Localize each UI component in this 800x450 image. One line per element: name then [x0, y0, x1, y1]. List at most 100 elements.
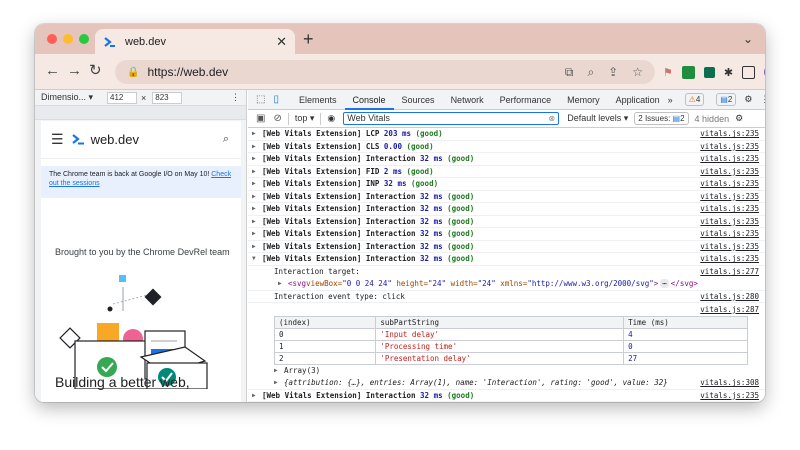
- zoom-window-button[interactable]: [79, 34, 89, 44]
- console-log-entry[interactable]: ▶ [Web Vitals Extension] INP 32 ms (good)…: [248, 178, 765, 191]
- forward-button[interactable]: →: [67, 63, 82, 79]
- reload-button[interactable]: ↻: [89, 63, 102, 79]
- log-source-link[interactable]: vitals.js:235: [700, 204, 759, 213]
- log-source-link[interactable]: vitals.js:235: [700, 242, 759, 251]
- issues-button[interactable]: 2 Issues: ▤2: [634, 112, 689, 125]
- event-source-link[interactable]: vitals.js:280: [700, 292, 759, 301]
- tab-network[interactable]: Network: [443, 90, 492, 110]
- profile-avatar[interactable]: [764, 65, 765, 79]
- tab-application[interactable]: Application: [608, 90, 668, 110]
- log-source-link[interactable]: vitals.js:235: [700, 192, 759, 201]
- console-settings-gear-icon[interactable]: ⚙: [735, 113, 743, 124]
- back-button[interactable]: ←: [45, 63, 60, 79]
- log-source-link[interactable]: vitals.js:235: [700, 229, 759, 238]
- device-height-input[interactable]: 823: [152, 91, 183, 104]
- devtools-menu-icon[interactable]: ⋮: [760, 94, 765, 105]
- teal-extension-icon[interactable]: [703, 66, 715, 78]
- url-text[interactable]: https://web.dev: [147, 65, 564, 79]
- target-source-link[interactable]: vitals.js:277: [700, 267, 759, 276]
- table-header[interactable]: Time (ms): [623, 315, 748, 329]
- bookmark-star-icon[interactable]: ☆: [632, 65, 643, 80]
- settings-gear-icon[interactable]: ⚙: [744, 94, 752, 105]
- console-log-entry[interactable]: ▶ [Web Vitals Extension] Interaction 32 …: [248, 390, 765, 402]
- log-source-link[interactable]: vitals.js:235: [700, 254, 759, 263]
- context-select[interactable]: top ▾: [295, 113, 315, 124]
- log-source-link[interactable]: vitals.js:235: [700, 217, 759, 226]
- console-log-entry[interactable]: ▶ [Web Vitals Extension] Interaction 32 m…: [248, 216, 765, 228]
- more-tabs-button[interactable]: »: [668, 95, 673, 105]
- expand-triangle-icon[interactable]: ▶: [274, 367, 284, 374]
- log-source-link[interactable]: vitals.js:235: [700, 167, 759, 176]
- side-panel-icon[interactable]: [742, 65, 756, 79]
- expand-triangle-icon[interactable]: ▶: [252, 392, 262, 399]
- table-header[interactable]: (index): [273, 315, 377, 329]
- clear-console-icon[interactable]: ⊘: [273, 113, 281, 124]
- log-source-link[interactable]: vitals.js:235: [700, 391, 759, 400]
- expand-triangle-icon[interactable]: ▶: [252, 130, 262, 137]
- log-source-link[interactable]: vitals.js:235: [700, 179, 759, 188]
- table-source-link[interactable]: vitals.js:287: [700, 305, 759, 314]
- tab-console[interactable]: Console: [344, 90, 394, 110]
- browser-tab[interactable]: web.dev ✕: [95, 29, 295, 54]
- tab-performance[interactable]: Performance: [492, 90, 560, 110]
- extensions-puzzle-icon[interactable]: ✱: [724, 66, 733, 79]
- expand-triangle-icon[interactable]: ▶: [252, 155, 262, 162]
- expand-triangle-icon[interactable]: ▶: [278, 280, 288, 287]
- table-header[interactable]: subPartString: [375, 315, 625, 329]
- inspect-element-icon[interactable]: ⬚: [256, 94, 265, 105]
- device-toggle-icon[interactable]: ▯: [273, 94, 279, 105]
- minimize-window-button[interactable]: [63, 34, 73, 44]
- tab-sources[interactable]: Sources: [394, 90, 443, 110]
- expand-triangle-icon[interactable]: ▶: [252, 205, 262, 212]
- expand-triangle-icon[interactable]: ▶: [274, 379, 284, 386]
- log-source-link[interactable]: vitals.js:235: [700, 154, 759, 163]
- warnings-badge[interactable]: ⚠4: [684, 93, 705, 106]
- object-summary-row[interactable]: ▶ {attribution: {…}, entries: Array(1), …: [248, 377, 765, 390]
- share-icon[interactable]: ⇪: [608, 65, 618, 80]
- console-log-entry[interactable]: ▶ [Web Vitals Extension] LCP 203 ms (good…: [248, 128, 765, 141]
- hamburger-menu-icon[interactable]: ☰: [51, 131, 64, 148]
- expand-triangle-icon[interactable]: ▶: [252, 230, 262, 237]
- tab-memory[interactable]: Memory: [559, 90, 608, 110]
- close-window-button[interactable]: [47, 34, 57, 44]
- console-log-entry[interactable]: ▶ [Web Vitals Extension] Interaction 32 m…: [248, 153, 765, 166]
- collapse-triangle-icon[interactable]: ▼: [252, 255, 262, 262]
- lock-icon[interactable]: 🔒: [127, 67, 139, 78]
- svg-element-row[interactable]: ▶ <svg viewBox="0 0 24 24" height="24" w…: [248, 278, 765, 291]
- log-source-link[interactable]: vitals.js:235: [700, 142, 759, 151]
- svg-ellipsis-button[interactable]: ⋯: [660, 279, 669, 289]
- tab-elements[interactable]: Elements: [291, 90, 345, 110]
- clear-filter-icon[interactable]: ⊗: [549, 113, 556, 124]
- console-filter-input[interactable]: Web Vitals ⊗: [343, 112, 560, 125]
- expand-triangle-icon[interactable]: ▶: [252, 168, 262, 175]
- console-log-entry[interactable]: ▶ [Web Vitals Extension] FID 2 ms (good) v…: [248, 166, 765, 178]
- console-log-entry[interactable]: ▶ [Web Vitals Extension] Interaction 32 m…: [248, 228, 765, 241]
- console-log-expanded[interactable]: ▼ [Web Vitals Extension] Interaction 32 …: [248, 253, 765, 266]
- tab-search-chevron-icon[interactable]: ⌄: [743, 32, 753, 46]
- expand-triangle-icon[interactable]: ▶: [252, 218, 262, 225]
- object-source-link[interactable]: vitals.js:308: [700, 378, 759, 387]
- site-logo-text[interactable]: web.dev: [91, 132, 139, 147]
- address-bar[interactable]: 🔒 https://web.dev ⧉ ⌕ ⇪ ☆: [115, 60, 655, 84]
- expand-triangle-icon[interactable]: ▶: [252, 143, 262, 150]
- console-log-entry[interactable]: ▶ [Web Vitals Extension] Interaction 32 m…: [248, 191, 765, 203]
- device-dimension-select[interactable]: Dimensio... ▾: [41, 92, 101, 103]
- install-app-icon[interactable]: ⧉: [565, 65, 574, 80]
- new-tab-button[interactable]: +: [303, 29, 314, 49]
- console-log-entry[interactable]: ▶ [Web Vitals Extension] CLS 0.00 (good) v…: [248, 141, 765, 153]
- console-log-entry[interactable]: ▶ [Web Vitals Extension] Interaction 32 m…: [248, 203, 765, 216]
- messages-badge[interactable]: ▤2: [716, 93, 737, 106]
- green-extension-icon[interactable]: [681, 65, 695, 79]
- media-query-ruler[interactable]: [35, 106, 246, 120]
- expand-triangle-icon[interactable]: ▶: [252, 193, 262, 200]
- expand-triangle-icon[interactable]: ▶: [252, 243, 262, 250]
- array-row[interactable]: ▶ Array(3): [248, 365, 765, 378]
- expand-triangle-icon[interactable]: ▶: [252, 180, 262, 187]
- zoom-icon[interactable]: ⌕: [587, 65, 594, 80]
- filter-text[interactable]: Web Vitals: [347, 113, 390, 124]
- device-toolbar-menu-icon[interactable]: ⋮: [231, 92, 240, 103]
- flag-extension-icon[interactable]: ⚑: [663, 66, 673, 79]
- log-source-link[interactable]: vitals.js:235: [700, 129, 759, 138]
- site-search-icon[interactable]: ⌕: [223, 133, 229, 146]
- live-expression-eye-icon[interactable]: ◉: [327, 113, 335, 124]
